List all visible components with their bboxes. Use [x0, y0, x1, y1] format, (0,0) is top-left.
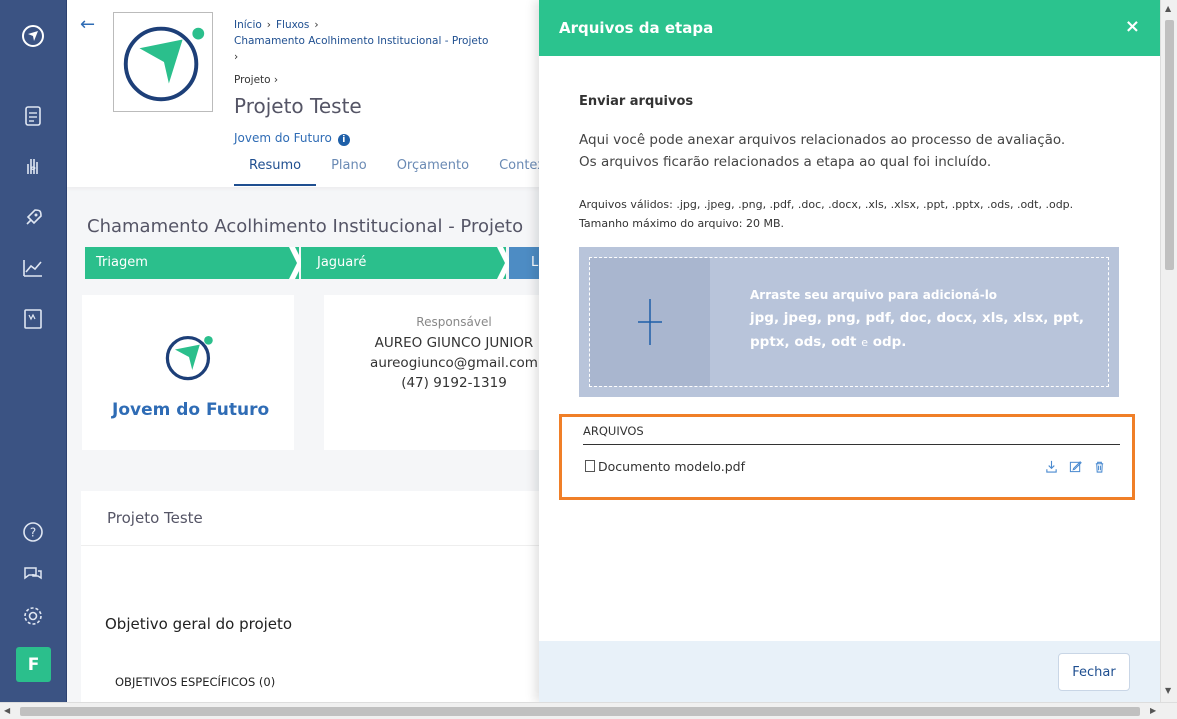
help-icon[interactable]: ? — [18, 517, 48, 547]
org-logo — [165, 335, 213, 381]
dropzone-text: Arraste seu arquivo para adicioná-lo jpg… — [750, 288, 1100, 355]
tab-resumo[interactable]: Resumo — [234, 148, 317, 186]
app-logo-icon[interactable] — [18, 21, 48, 51]
file-row: Documento modelo.pdf — [585, 459, 1120, 479]
page-title: Projeto Teste — [234, 94, 362, 118]
document-icon[interactable] — [18, 101, 48, 131]
tab-orcamento[interactable]: Orçamento — [382, 148, 484, 186]
objective-title: Objetivo geral do projeto — [105, 615, 293, 633]
rocket-icon[interactable] — [18, 203, 48, 233]
file-dropzone[interactable]: Arraste seu arquivo para adicioná-lo jpg… — [579, 247, 1119, 397]
dropzone-instruction: Arraste seu arquivo para adicioná-lo — [750, 288, 998, 302]
plus-icon[interactable] — [590, 258, 710, 386]
chart-line-icon[interactable] — [18, 253, 48, 283]
chat-icon[interactable] — [18, 559, 48, 589]
divider — [81, 545, 601, 546]
panel-footer: Fechar — [539, 641, 1160, 702]
file-name: Documento modelo.pdf — [598, 459, 745, 474]
send-title: Enviar arquivos — [579, 94, 694, 109]
files-panel: Arquivos da etapa × Enviar arquivos Aqui… — [539, 0, 1160, 702]
files-header: ARQUIVOS — [583, 423, 1120, 445]
panel-title: Arquivos da etapa — [559, 19, 714, 37]
project-card: Projeto Teste Objetivo geral do projeto … — [81, 491, 601, 702]
file-actions — [1045, 460, 1106, 476]
valid-types: Arquivos válidos: .jpg, .jpeg, .png, .pd… — [579, 198, 1074, 211]
close-button[interactable]: Fechar — [1058, 653, 1130, 691]
close-icon[interactable]: × — [1125, 16, 1140, 37]
edit-icon[interactable] — [1069, 460, 1082, 476]
breadcrumb-projeto: Projeto › — [234, 74, 279, 86]
send-description: Aqui você pode anexar arquivos relaciona… — [579, 132, 1066, 170]
project-card-title: Projeto Teste — [107, 509, 203, 527]
objectives-specific: OBJETIVOS ESPECÍFICOS (0) — [115, 675, 276, 689]
section-title: Chamamento Acolhimento Institucional - P… — [87, 216, 524, 237]
tab-plano[interactable]: Plano — [316, 148, 382, 186]
org-name: Jovem do Futuro — [112, 400, 270, 420]
svg-text:?: ? — [30, 526, 36, 540]
panel-header: Arquivos da etapa × — [539, 0, 1160, 56]
scroll-thumb[interactable] — [20, 707, 1140, 716]
scroll-right-icon[interactable]: ▶ — [1150, 706, 1156, 715]
scroll-left-icon[interactable]: ◀ — [4, 706, 10, 715]
info-icon[interactable]: i — [337, 134, 350, 146]
breadcrumb-fluxos[interactable]: Fluxos — [276, 19, 309, 31]
avatar[interactable]: F — [16, 647, 51, 682]
breadcrumb-inicio[interactable]: Início — [234, 19, 262, 31]
back-arrow-icon[interactable]: ← — [80, 14, 95, 35]
file-icon — [585, 460, 595, 472]
hand-heart-icon[interactable] — [18, 151, 48, 181]
dropzone-types: jpg, jpeg, png, pdf, doc, docx, xls, xls… — [750, 310, 1085, 350]
notebook-icon[interactable] — [18, 304, 48, 334]
vertical-scrollbar[interactable]: ▲ ▼ — [1160, 0, 1177, 702]
file-constraints: Arquivos válidos: .jpg, .jpeg, .png, .pd… — [579, 195, 1139, 233]
trash-icon[interactable] — [1093, 460, 1106, 476]
stage-jaguare[interactable]: Jaguaré — [301, 247, 506, 279]
dropzone-border: Arraste seu arquivo para adicioná-lo jpg… — [589, 257, 1109, 387]
stage-triagem[interactable]: Triagem — [85, 247, 299, 279]
scroll-up-icon[interactable]: ▲ — [1165, 4, 1171, 13]
scroll-down-icon[interactable]: ▼ — [1165, 686, 1171, 695]
breadcrumb-chamamento[interactable]: Chamamento Acolhimento Institucional - P… — [234, 35, 488, 47]
org-card: Jovem do Futuro — [82, 295, 294, 450]
download-icon[interactable] — [1045, 460, 1058, 476]
project-logo — [113, 12, 213, 112]
gear-icon[interactable] — [18, 601, 48, 631]
project-org: Jovem do Futuro i — [234, 131, 350, 146]
breadcrumb: Início › Fluxos › Chamamento Acolhimento In… — [234, 19, 489, 63]
horizontal-scrollbar[interactable]: ◀ ▶ — [0, 702, 1177, 719]
max-size: Tamanho máximo do arquivo: 20 MB. — [579, 217, 784, 230]
scroll-thumb[interactable] — [1165, 20, 1174, 270]
tab-bar: Resumo Plano Orçamento Contex — [234, 148, 560, 186]
sidebar: ? F — [0, 0, 67, 702]
